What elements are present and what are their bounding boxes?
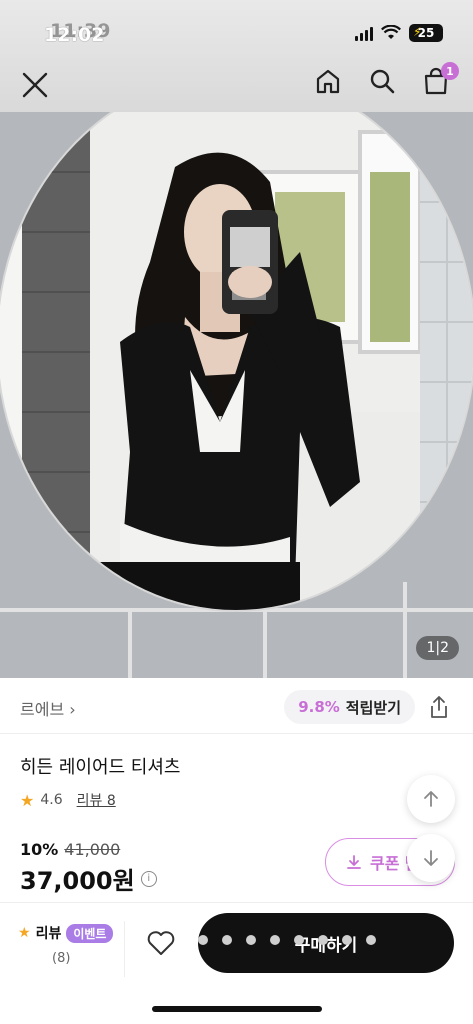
wifi-icon xyxy=(381,25,401,39)
rating-value: 4.6 xyxy=(40,792,63,808)
discount-row: 10% 41,000 xyxy=(20,840,120,859)
dot xyxy=(342,935,352,945)
divider xyxy=(0,733,473,734)
dot xyxy=(246,935,256,945)
sale-price: 37,000원 xyxy=(20,867,135,895)
battery-icon: ⚡ 25 xyxy=(409,24,443,42)
original-price: 41,000 xyxy=(64,840,121,859)
product-image-gallery[interactable]: 1|2 xyxy=(0,112,473,678)
nav-actions: 1 xyxy=(313,62,459,96)
brand-row: 르에브 › 9.8% 적립받기 xyxy=(0,686,473,728)
review-summary-button[interactable]: ★ 리뷰 이벤트 (8) xyxy=(18,923,114,966)
top-bar: 11:39 12:02 ⚡ 25 1 xyxy=(0,0,473,112)
signal-icon xyxy=(355,25,373,41)
star-icon: ★ xyxy=(18,925,31,941)
dot xyxy=(198,935,208,945)
review-link[interactable]: 리뷰 8 xyxy=(77,790,116,810)
home-icon[interactable] xyxy=(313,66,343,96)
info-icon[interactable]: i xyxy=(140,870,157,887)
image-counter: 1|2 xyxy=(416,636,459,660)
cart-count-badge: 1 xyxy=(441,62,459,80)
arrow-down-icon xyxy=(424,850,438,866)
search-icon[interactable] xyxy=(367,66,397,96)
product-rating: ★ 4.6 리뷰 8 xyxy=(20,790,116,810)
close-icon[interactable] xyxy=(20,70,50,100)
points-button[interactable]: 9.8% 적립받기 xyxy=(284,690,415,724)
points-rate: 9.8% xyxy=(298,698,340,716)
dot xyxy=(366,935,376,945)
brand-link[interactable]: 르에브 › xyxy=(20,696,76,720)
dot xyxy=(270,935,280,945)
review-label: 리뷰 xyxy=(35,926,62,942)
scroll-up-button[interactable] xyxy=(407,775,455,823)
download-icon xyxy=(347,855,361,869)
dot xyxy=(318,935,328,945)
event-badge: 이벤트 xyxy=(66,923,114,943)
home-indicator xyxy=(152,1006,322,1012)
status-time: 12:02 xyxy=(44,24,105,46)
cart-button[interactable]: 1 xyxy=(421,62,459,96)
charging-bolt-icon: ⚡ xyxy=(413,25,422,39)
arrow-up-icon xyxy=(424,791,438,807)
scroll-down-button[interactable] xyxy=(407,834,455,882)
dot xyxy=(294,935,304,945)
status-icons: ⚡ 25 xyxy=(355,24,443,42)
product-title: 히든 레이어드 티셔츠 xyxy=(20,757,181,778)
review-count: (8) xyxy=(52,951,71,966)
star-icon: ★ xyxy=(20,790,35,810)
separator xyxy=(124,921,125,977)
heart-icon[interactable] xyxy=(146,929,176,957)
discount-rate: 10% xyxy=(20,840,59,859)
product-photo xyxy=(0,112,473,678)
dot xyxy=(222,935,232,945)
share-icon[interactable] xyxy=(427,694,451,720)
points-label: 적립받기 xyxy=(345,698,401,717)
price-row: 37,000원 i xyxy=(20,861,157,896)
typing-dots xyxy=(198,935,376,945)
